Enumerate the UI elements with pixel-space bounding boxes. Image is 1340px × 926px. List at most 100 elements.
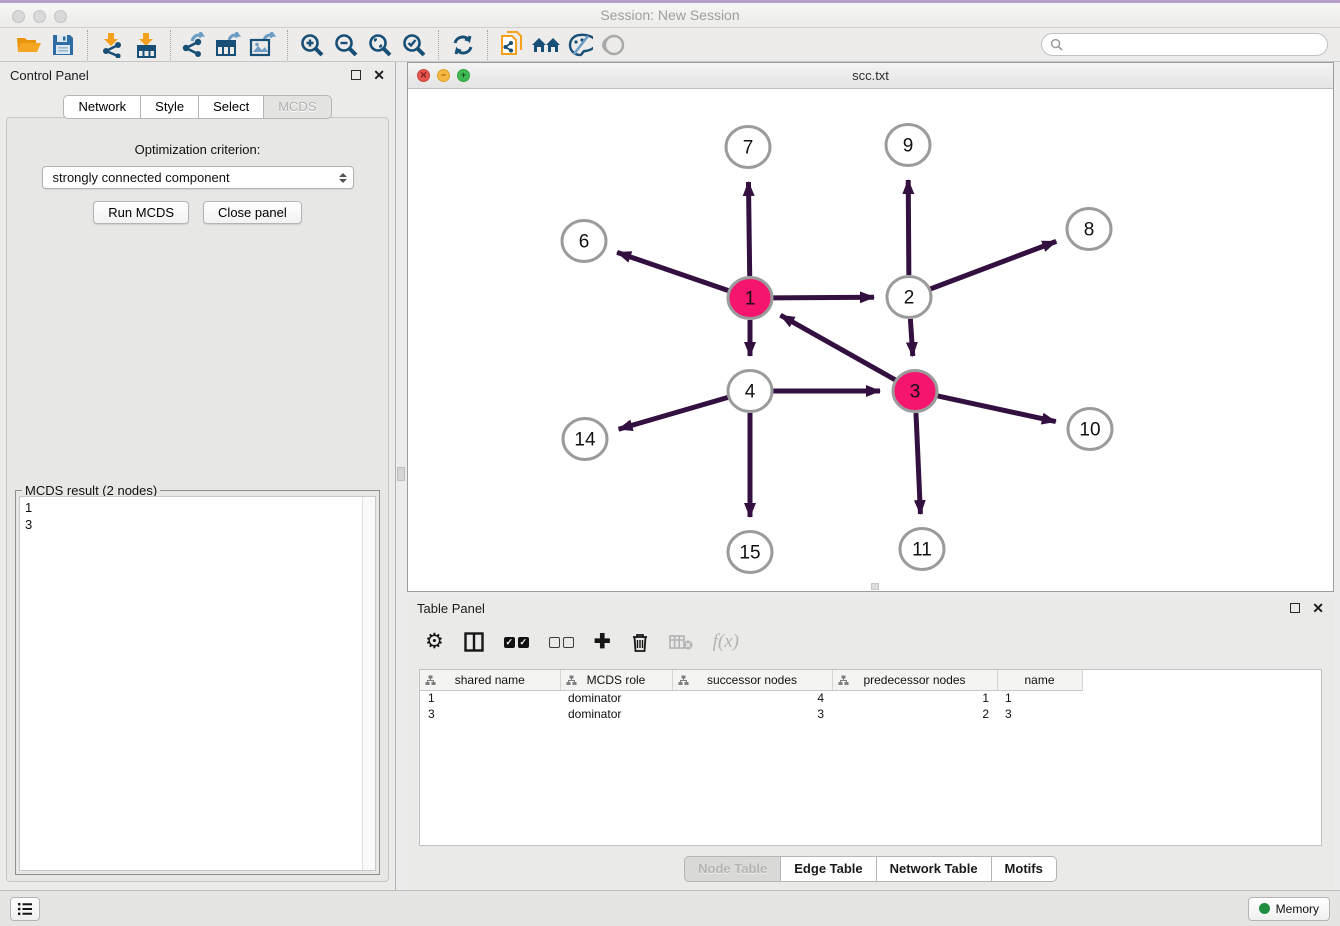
float-panel-icon[interactable] bbox=[351, 70, 361, 80]
export-network-button[interactable] bbox=[178, 30, 212, 60]
float-table-panel-icon[interactable] bbox=[1290, 603, 1300, 613]
edge-2-3[interactable] bbox=[910, 319, 912, 356]
mcds-tab-content: Optimization criterion: strongly connect… bbox=[6, 117, 389, 882]
search-input[interactable] bbox=[1068, 38, 1319, 52]
graph-node-11[interactable]: 11 bbox=[900, 529, 944, 570]
column-header-name[interactable]: name bbox=[997, 670, 1082, 690]
home-layout-button[interactable] bbox=[529, 30, 563, 60]
canvas-scroll-nub[interactable] bbox=[871, 583, 879, 590]
cell-predecessor-nodes[interactable]: 1 bbox=[832, 690, 997, 706]
cell-predecessor-nodes[interactable]: 2 bbox=[832, 706, 997, 722]
minimize-network-button[interactable]: − bbox=[437, 69, 450, 82]
edge-2-8[interactable] bbox=[930, 241, 1057, 289]
edge-3-1[interactable] bbox=[780, 315, 895, 380]
edge-1-7[interactable] bbox=[748, 182, 749, 276]
tab-network-table[interactable]: Network Table bbox=[877, 856, 992, 882]
edge-1-2[interactable] bbox=[772, 297, 874, 298]
node-label: 9 bbox=[903, 136, 914, 157]
network-canvas[interactable]: 7 9 6 8 1 2 4 3 14 10 15 11 bbox=[408, 89, 1333, 591]
tab-edge-table[interactable]: Edge Table bbox=[781, 856, 876, 882]
edge-1-6[interactable] bbox=[617, 252, 729, 290]
mcds-result-box[interactable]: 1 3 bbox=[19, 496, 376, 871]
tab-mcds[interactable]: MCDS bbox=[264, 95, 331, 119]
cell-shared-name[interactable]: 1 bbox=[420, 690, 560, 706]
deselect-all-button[interactable] bbox=[549, 637, 574, 648]
import-table-button[interactable] bbox=[129, 30, 163, 60]
table-settings-button[interactable]: ⚙ bbox=[425, 632, 444, 652]
tab-motifs[interactable]: Motifs bbox=[992, 856, 1057, 882]
refresh-button[interactable] bbox=[446, 30, 480, 60]
toolbar-separator bbox=[287, 30, 288, 60]
export-table-button[interactable] bbox=[212, 30, 246, 60]
graph-node-3[interactable]: 3 bbox=[893, 371, 937, 412]
result-scrollbar[interactable] bbox=[362, 497, 375, 870]
cell-successor-nodes[interactable]: 3 bbox=[672, 706, 832, 722]
zoom-fit-button[interactable] bbox=[363, 30, 397, 60]
hide-style-button[interactable] bbox=[563, 30, 597, 60]
close-window-button[interactable] bbox=[12, 10, 25, 23]
graph-node-8[interactable]: 8 bbox=[1067, 209, 1111, 250]
export-image-button[interactable] bbox=[246, 30, 280, 60]
zoom-in-button[interactable] bbox=[295, 30, 329, 60]
import-network-button[interactable] bbox=[95, 30, 129, 60]
column-header-MCDS-role[interactable]: MCDS role bbox=[560, 670, 672, 690]
edge-3-10[interactable] bbox=[936, 396, 1055, 422]
graph-node-1[interactable]: 1 bbox=[728, 278, 772, 319]
open-session-button[interactable] bbox=[12, 30, 46, 60]
graph-node-15[interactable]: 15 bbox=[728, 532, 772, 573]
optimization-criterion-select[interactable]: strongly connected component bbox=[42, 166, 354, 189]
table-row[interactable]: 1dominator411 bbox=[420, 690, 1321, 706]
delete-table-button[interactable] bbox=[669, 634, 693, 650]
network-from-selection-button[interactable] bbox=[495, 30, 529, 60]
save-session-button[interactable] bbox=[46, 30, 80, 60]
show-columns-button[interactable] bbox=[464, 632, 484, 652]
column-header-predecessor-nodes[interactable]: predecessor nodes bbox=[832, 670, 997, 690]
delete-column-button[interactable] bbox=[631, 632, 649, 652]
apply-function-button[interactable]: f(x) bbox=[713, 631, 739, 653]
graph-node-9[interactable]: 9 bbox=[886, 125, 930, 166]
tab-style[interactable]: Style bbox=[141, 95, 199, 119]
tab-node-table[interactable]: Node Table bbox=[684, 856, 781, 882]
preview-toggle-button[interactable] bbox=[597, 30, 631, 60]
memory-button[interactable]: Memory bbox=[1248, 897, 1330, 921]
cell-MCDS-role[interactable]: dominator bbox=[560, 690, 672, 706]
tab-select[interactable]: Select bbox=[199, 95, 264, 119]
cell-shared-name[interactable]: 3 bbox=[420, 706, 560, 722]
select-all-button[interactable]: ✓✓ bbox=[504, 637, 529, 648]
close-network-button[interactable]: ✕ bbox=[417, 69, 430, 82]
cell-name[interactable]: 3 bbox=[997, 706, 1082, 722]
close-panel-button[interactable]: Close panel bbox=[203, 201, 302, 224]
graph-node-10[interactable]: 10 bbox=[1068, 409, 1112, 450]
close-table-panel-icon[interactable]: ✕ bbox=[1312, 603, 1324, 613]
graph-node-7[interactable]: 7 bbox=[726, 127, 770, 168]
cell-MCDS-role[interactable]: dominator bbox=[560, 706, 672, 722]
column-header-successor-nodes[interactable]: successor nodes bbox=[672, 670, 832, 690]
edge-2-9[interactable] bbox=[908, 180, 909, 275]
search-box[interactable] bbox=[1041, 33, 1328, 56]
table-row[interactable]: 3dominator323 bbox=[420, 706, 1321, 722]
tab-network[interactable]: Network bbox=[63, 95, 141, 119]
maximize-network-button[interactable]: + bbox=[457, 69, 470, 82]
task-history-button[interactable] bbox=[10, 897, 40, 921]
zoom-out-icon bbox=[333, 32, 359, 58]
splitter-grip[interactable] bbox=[397, 467, 405, 481]
column-header-shared-name[interactable]: shared name bbox=[420, 670, 560, 690]
graph-node-14[interactable]: 14 bbox=[563, 419, 607, 460]
run-mcds-button[interactable]: Run MCDS bbox=[93, 201, 189, 224]
zoom-selected-button[interactable] bbox=[397, 30, 431, 60]
cell-name[interactable]: 1 bbox=[997, 690, 1082, 706]
cell-successor-nodes[interactable]: 4 bbox=[672, 690, 832, 706]
edge-3-11[interactable] bbox=[916, 413, 920, 514]
minimize-window-button[interactable] bbox=[33, 10, 46, 23]
edge-4-14[interactable] bbox=[619, 397, 729, 429]
graph-node-2[interactable]: 2 bbox=[887, 277, 931, 318]
graph-node-4[interactable]: 4 bbox=[728, 371, 772, 412]
close-panel-icon[interactable]: ✕ bbox=[373, 70, 385, 80]
vertical-splitter[interactable] bbox=[396, 62, 407, 890]
graph-node-6[interactable]: 6 bbox=[562, 221, 606, 262]
network-window-titlebar[interactable]: ✕ − + scc.txt bbox=[408, 63, 1333, 89]
zoom-out-button[interactable] bbox=[329, 30, 363, 60]
zoom-window-button[interactable] bbox=[54, 10, 67, 23]
add-column-button[interactable]: ✚ bbox=[594, 633, 611, 651]
import-table-icon bbox=[134, 32, 158, 58]
